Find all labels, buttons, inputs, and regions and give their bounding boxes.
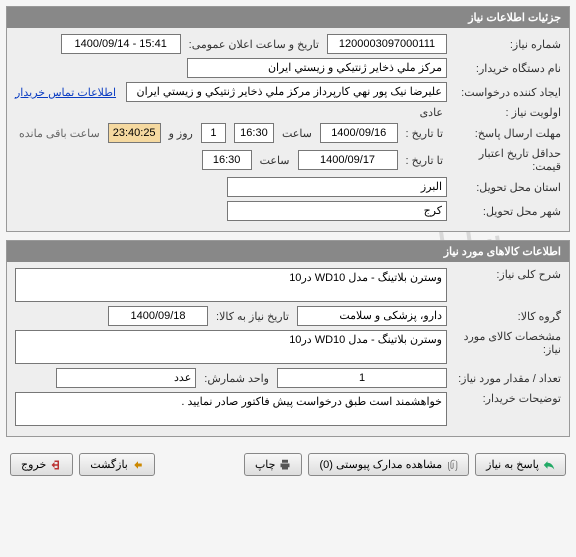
need-details-panel: جزئیات اطلاعات نیاز شماره نیاز: 12000030… [6,6,570,232]
buyer-notes-field: خواهشمند است طبق درخواست پیش فاکتور صادر… [15,392,447,426]
need-number-label: شماره نیاز: [451,38,561,51]
priority-value: عادی [416,106,447,119]
attachments-label: مشاهده مدارک پیوستی (0) [319,458,442,471]
attachment-icon [446,459,458,471]
priority-label: اولویت نیاز : [451,106,561,119]
city-label: شهر محل تحویل: [451,205,561,218]
respond-button[interactable]: پاسخ به نیاز [475,453,566,476]
qty-label: تعداد / مقدار مورد نیاز: [451,372,561,385]
unit-label: واحد شمارش: [200,372,273,385]
group-label: گروه کالا: [451,310,561,323]
city-field: کرج [227,201,447,221]
general-desc-label: شرح کلی نیاز: [451,268,561,281]
province-field: البرز [227,177,447,197]
validity-date-field: 1400/09/17 [298,150,398,170]
attachments-button[interactable]: مشاهده مدارک پیوستی (0) [308,453,469,476]
item-spec-label: مشخصات کالای مورد نیاز: [451,330,561,356]
to-date-label-2: تا تاریخ : [402,154,447,167]
remaining-time-field: 23:40:25 [108,123,161,143]
exit-label: خروج [21,458,46,471]
back-button[interactable]: بازگشت [79,453,155,476]
province-label: استان محل تحویل: [451,181,561,194]
back-icon [132,459,144,471]
back-label: بازگشت [90,458,128,471]
days-and-label: روز و [165,127,197,140]
deadline-date-field: 1400/09/16 [320,123,398,143]
item-spec-field: وسترن بلاتینگ - مدل WD10 در10 [15,330,447,364]
creator-label: ایجاد کننده درخواست: [451,86,561,99]
need-date-field: 1400/09/18 [108,306,208,326]
buyer-org-field: مرکز ملي ذخاير ژنتيكي و زيستي ايران [187,58,447,78]
buyer-org-label: نام دستگاه خریدار: [451,62,561,75]
validity-label: حداقل تاریخ اعتبار قیمت: [451,147,561,173]
print-label: چاپ [255,458,276,471]
footer-toolbar: پاسخ به نیاز مشاهده مدارک پیوستی (0) چاپ… [6,445,570,484]
group-field: دارو، پزشکی و سلامت [297,306,447,326]
print-button[interactable]: چاپ [244,453,303,476]
qty-field: 1 [277,368,447,388]
announce-label: تاریخ و ساعت اعلان عمومی: [185,38,323,51]
respond-label: پاسخ به نیاز [486,458,539,471]
panel2-title: اطلاعات کالاهای مورد نیاز [7,241,569,262]
reply-icon [543,459,555,471]
days-count-field: 1 [201,123,226,143]
items-panel: اطلاعات کالاهای مورد نیاز شرح کلی نیاز: … [6,240,570,437]
deadline-time-field: 16:30 [234,123,274,143]
need-date-label: تاریخ نیاز به کالا: [212,310,293,323]
validity-time-field: 16:30 [202,150,252,170]
to-date-label-1: تا تاریخ : [402,127,447,140]
buyer-notes-label: توضیحات خریدار: [451,392,561,405]
creator-field: عليرضا نيک پور نهي کارپرداز مرکز ملي ذخا… [126,82,447,102]
general-desc-field: وسترن بلاتینگ - مدل WD10 در10 [15,268,447,302]
remaining-suffix: ساعت باقی مانده [15,127,104,140]
time-label-1: ساعت [278,127,316,140]
buyer-contact-link[interactable]: اطلاعات تماس خریدار [15,86,122,99]
exit-icon [50,459,62,471]
need-number-field: 1200003097000111 [327,34,447,54]
exit-button[interactable]: خروج [10,453,73,476]
print-icon [279,459,291,471]
unit-field: عدد [56,368,196,388]
time-label-2: ساعت [256,154,294,167]
panel1-title: جزئیات اطلاعات نیاز [7,7,569,28]
announce-value: 1400/09/14 - 15:41 [61,34,181,54]
deadline-label: مهلت ارسال پاسخ: [451,127,561,140]
